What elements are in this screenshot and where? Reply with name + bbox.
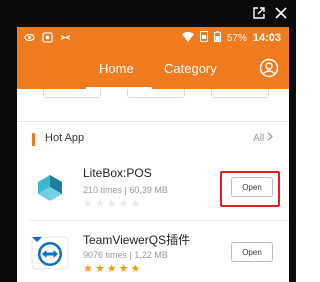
profile-icon[interactable] xyxy=(259,58,279,83)
app-meta: 210 times | 60,39 MB xyxy=(83,185,168,195)
chevron-right-icon xyxy=(267,132,273,144)
view-all-label: All xyxy=(253,133,265,144)
external-link-icon[interactable] xyxy=(252,6,266,20)
sim-icon xyxy=(199,31,208,45)
wifi-icon xyxy=(181,31,194,45)
phone-screen: 57% 14:03 Home Category Hot App All Lite… xyxy=(17,27,289,282)
category-shortcut[interactable] xyxy=(127,89,185,98)
open-button[interactable]: Open xyxy=(231,177,273,197)
dark-window-frame: 57% 14:03 Home Category Hot App All Lite… xyxy=(0,0,296,282)
eye-icon xyxy=(24,32,35,46)
battery-percent: 57% xyxy=(226,32,247,44)
clock: 14:03 xyxy=(252,32,281,44)
close-icon[interactable] xyxy=(274,6,288,20)
rating-stars: ★★★★★ xyxy=(83,198,143,210)
open-button[interactable]: Open xyxy=(231,242,273,262)
app-meta: 9076 times | 1,22 MB xyxy=(83,250,168,260)
window-controls xyxy=(252,6,288,20)
camera-icon xyxy=(42,32,53,46)
section-accent-bar xyxy=(32,133,35,146)
rating-stars: ★★★★★ xyxy=(83,263,143,275)
app-name: LiteBox:POS xyxy=(83,166,152,180)
tab-home[interactable]: Home xyxy=(99,61,134,76)
category-shortcut[interactable] xyxy=(43,89,101,98)
litebox-app-icon xyxy=(30,168,70,208)
section-title: Hot App xyxy=(45,132,85,144)
antenna-icon xyxy=(60,32,71,46)
app-list-item[interactable]: LiteBox:POS 210 times | 60,39 MB ★★★★★ O… xyxy=(17,156,289,220)
view-all-link[interactable]: All xyxy=(253,132,273,144)
category-shortcut[interactable] xyxy=(211,89,269,98)
hot-app-section-header: Hot App All xyxy=(17,122,289,156)
app-list-item[interactable]: TeamViewerQS插件 9076 times | 1,22 MB ★★★★… xyxy=(17,221,289,282)
tab-category[interactable]: Category xyxy=(164,61,217,76)
status-bar: 57% 14:03 xyxy=(17,27,289,49)
battery-icon xyxy=(213,31,221,45)
category-shortcuts-strip xyxy=(17,89,289,121)
app-name: TeamViewerQS插件 xyxy=(83,233,191,247)
teamviewer-app-icon xyxy=(30,233,70,273)
app-header: Home Category xyxy=(17,49,289,89)
